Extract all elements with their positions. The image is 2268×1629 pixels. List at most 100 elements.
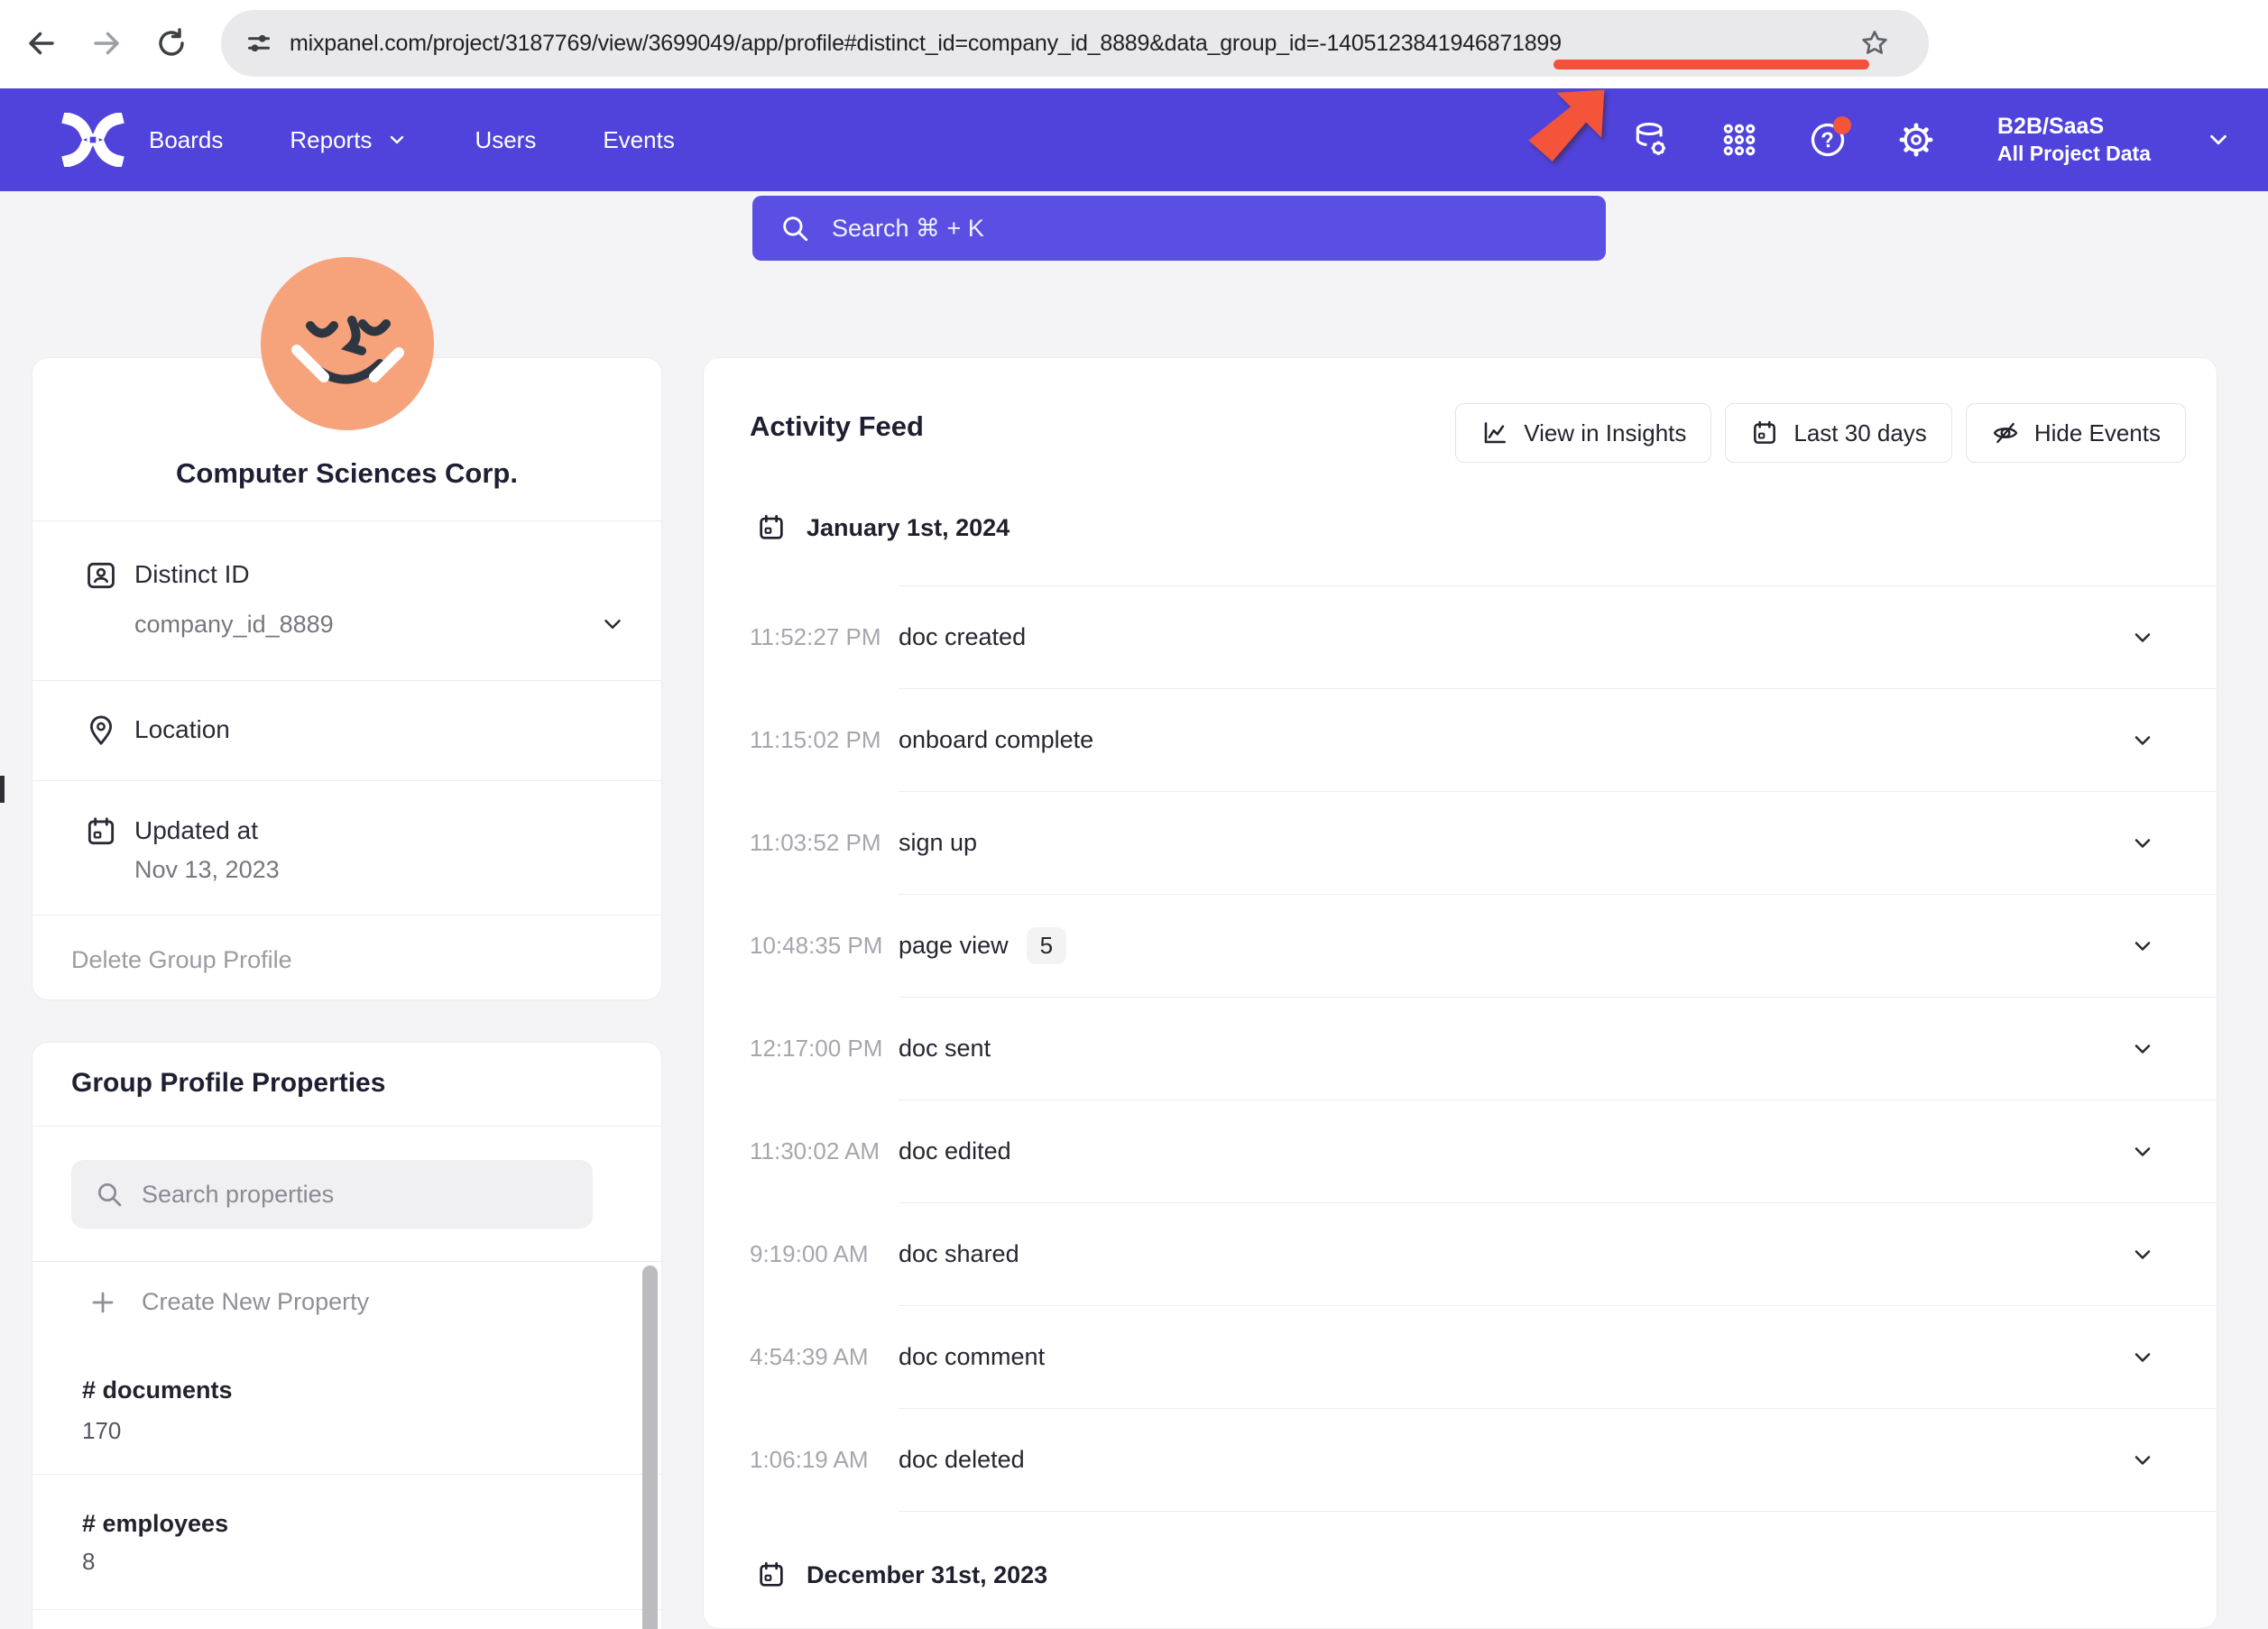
- feed-date-label: January 1st, 2024: [807, 514, 1010, 542]
- search-icon: [95, 1180, 124, 1209]
- create-new-property-button[interactable]: Create New Property: [89, 1288, 369, 1316]
- chevron-down-icon[interactable]: [2130, 1036, 2155, 1062]
- nav-item-reports[interactable]: Reports: [290, 126, 408, 154]
- event-time: 1:06:19 AM: [750, 1446, 899, 1474]
- event-name: doc deleted: [899, 1446, 1025, 1474]
- chevron-down-icon[interactable]: [2130, 934, 2155, 959]
- chevron-down-icon[interactable]: [2130, 1345, 2155, 1370]
- grid-icon: [1720, 121, 1758, 159]
- chevron-down-icon[interactable]: [2130, 1139, 2155, 1164]
- nav-item-events[interactable]: Events: [603, 126, 675, 154]
- delete-group-profile-button[interactable]: Delete Group Profile: [71, 946, 292, 974]
- gear-icon: [1896, 120, 1936, 160]
- project-scope: All Project Data: [1997, 141, 2151, 167]
- divider: [32, 1126, 661, 1127]
- event-time: 11:30:02 AM: [750, 1137, 899, 1165]
- chevron-down-icon[interactable]: [599, 611, 626, 638]
- chevron-down-icon[interactable]: [2130, 1242, 2155, 1267]
- chevron-down-icon[interactable]: [2130, 728, 2155, 753]
- activity-feed-title: Activity Feed: [750, 410, 924, 443]
- project-selector[interactable]: B2B/SaaS All Project Data: [1997, 113, 2151, 167]
- chevron-down-icon[interactable]: [2205, 126, 2232, 153]
- event-name: page view: [899, 932, 1009, 960]
- event-time: 11:15:02 PM: [750, 726, 899, 754]
- properties-scrollbar[interactable]: [642, 1265, 658, 1629]
- event-name: doc created: [899, 623, 1026, 651]
- feed-date-header: December 31st, 2023: [756, 1555, 2217, 1595]
- field-value-distinct-id: company_id_8889: [134, 611, 334, 639]
- search-icon: [779, 213, 810, 244]
- divider: [32, 1474, 661, 1475]
- properties-search-input[interactable]: Search properties: [71, 1160, 593, 1229]
- field-value-updated-at: Nov 13, 2023: [134, 856, 280, 884]
- event-time: 12:17:00 PM: [750, 1035, 899, 1063]
- settings-button[interactable]: [1896, 120, 1936, 160]
- hide-events-button[interactable]: Hide Events: [1966, 403, 2186, 463]
- annotation-arrow-icon: [1521, 74, 1620, 173]
- event-count-badge: 5: [1027, 927, 1066, 964]
- eye-off-icon: [1991, 419, 2020, 447]
- nav-item-users[interactable]: Users: [475, 126, 536, 154]
- feed-event-row[interactable]: 9:19:00 AMdoc shared: [704, 1203, 2217, 1305]
- bookmark-star-icon[interactable]: [1858, 27, 1891, 60]
- browser-forward-button[interactable]: [83, 20, 130, 67]
- feed-event-row[interactable]: 11:03:52 PMsign up: [704, 792, 2217, 894]
- mixpanel-logo-icon[interactable]: [56, 113, 130, 167]
- chevron-down-icon[interactable]: [2130, 1448, 2155, 1473]
- apps-grid-button[interactable]: [1719, 120, 1759, 160]
- calendar-icon: [84, 814, 118, 849]
- feed-date-label: December 31st, 2023: [807, 1561, 1047, 1589]
- feed-event-row[interactable]: 11:15:02 PMonboard complete: [704, 689, 2217, 791]
- feed-event-row[interactable]: 11:30:02 AMdoc edited: [704, 1100, 2217, 1202]
- calendar-icon: [756, 512, 787, 543]
- event-time: 11:03:52 PM: [750, 829, 899, 857]
- event-time: 10:48:35 PM: [750, 932, 899, 960]
- feed-event-row[interactable]: 12:17:00 PMdoc sent: [704, 998, 2217, 1100]
- feed-date-header: January 1st, 2024: [756, 508, 2217, 548]
- chevron-down-icon[interactable]: [2130, 625, 2155, 650]
- url-highlighted-id: -1405123841946871899: [1319, 31, 1562, 56]
- data-management-button[interactable]: [1631, 120, 1671, 160]
- feed-actions: View in Insights Last 30 days Hide Event…: [1455, 403, 2186, 463]
- browser-chrome: mixpanel.com/project/3187769/view/369904…: [0, 0, 2268, 88]
- reload-icon: [155, 27, 188, 60]
- field-label-location: Location: [134, 715, 230, 744]
- notification-dot: [1833, 116, 1851, 134]
- properties-search-placeholder: Search properties: [142, 1181, 334, 1209]
- site-info-icon[interactable]: [243, 27, 275, 60]
- feed-event-row[interactable]: 1:06:19 AMdoc deleted: [704, 1409, 2217, 1511]
- properties-title: Group Profile Properties: [71, 1068, 385, 1099]
- line-chart-icon: [1480, 419, 1509, 447]
- property-name[interactable]: # employees: [82, 1510, 228, 1538]
- field-label-updated-at: Updated at: [134, 816, 258, 845]
- divider: [32, 520, 661, 521]
- divider: [32, 1609, 661, 1610]
- property-value: 170: [82, 1417, 121, 1445]
- help-button[interactable]: ?: [1808, 120, 1848, 160]
- feed-event-row[interactable]: 11:52:27 PMdoc created: [704, 586, 2217, 688]
- browser-reload-button[interactable]: [148, 20, 195, 67]
- company-name: Computer Sciences Corp.: [32, 457, 661, 490]
- group-profile-properties-card: Group Profile Properties Search properti…: [32, 1042, 662, 1629]
- nav-item-boards[interactable]: Boards: [149, 126, 223, 154]
- view-in-insights-button[interactable]: View in Insights: [1455, 403, 1711, 463]
- feed-event-row[interactable]: 10:48:35 PMpage view 5: [704, 895, 2217, 997]
- date-range-button[interactable]: Last 30 days: [1725, 403, 1951, 463]
- chevron-down-icon[interactable]: [2130, 831, 2155, 856]
- divider: [32, 915, 661, 916]
- event-name: doc sent: [899, 1035, 991, 1063]
- feed-list: January 1st, 202411:52:27 PMdoc created1…: [704, 484, 2217, 1595]
- browser-back-button[interactable]: [18, 20, 65, 67]
- edge-artifact: [0, 776, 5, 803]
- feed-event-row[interactable]: 4:54:39 AMdoc comment: [704, 1306, 2217, 1408]
- annotation-underline: [1553, 60, 1869, 69]
- calendar-icon: [1750, 419, 1779, 447]
- property-value: 8: [82, 1548, 95, 1576]
- property-name[interactable]: # documents: [82, 1376, 233, 1404]
- back-arrow-icon: [25, 27, 58, 60]
- url-text[interactable]: mixpanel.com/project/3187769/view/369904…: [290, 10, 1562, 77]
- group-profile-card: Computer Sciences Corp. Distinct ID comp…: [32, 357, 662, 1000]
- global-search-input[interactable]: Search ⌘ + K: [752, 196, 1606, 261]
- nav-links: Boards Reports Users Events: [149, 88, 675, 191]
- event-name: onboard complete: [899, 726, 1093, 754]
